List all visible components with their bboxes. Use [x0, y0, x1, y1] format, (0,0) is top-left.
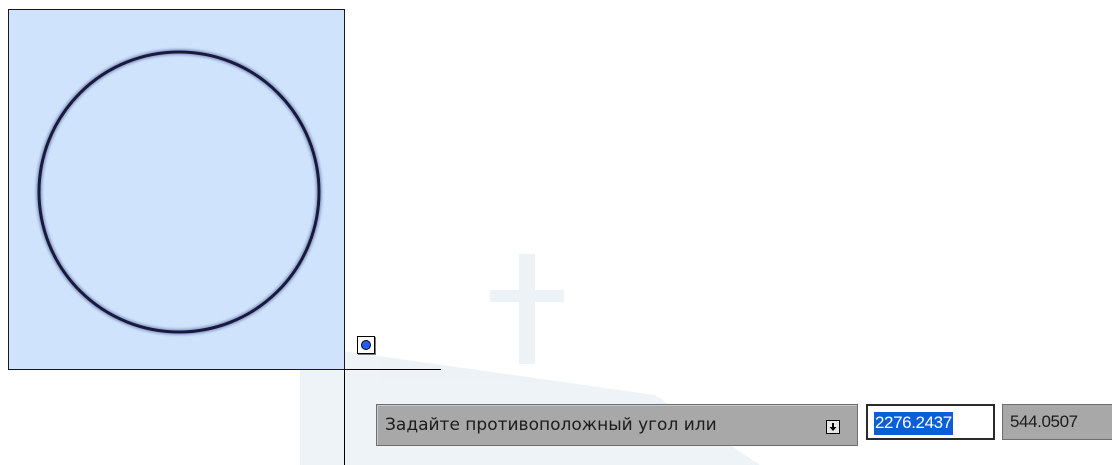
drawing-canvas[interactable]: Задайте противоположный угол или 2276.24…	[0, 0, 1112, 465]
crosshair-vertical	[344, 369, 345, 465]
circle-object[interactable]	[8, 9, 345, 370]
center-snap-icon	[357, 336, 375, 354]
y-coordinate-field[interactable]: 544.0507	[1002, 404, 1112, 440]
down-arrow-icon[interactable]	[826, 420, 840, 434]
prompt-text: Задайте противоположный угол или	[385, 415, 717, 435]
x-coordinate-value: 2276.2437	[874, 412, 953, 435]
crosshair-horizontal	[344, 369, 441, 370]
y-coordinate-value: 544.0507	[1010, 412, 1078, 431]
x-coordinate-field[interactable]: 2276.2437	[866, 404, 995, 440]
dynamic-input-prompt: Задайте противоположный угол или	[376, 404, 858, 446]
